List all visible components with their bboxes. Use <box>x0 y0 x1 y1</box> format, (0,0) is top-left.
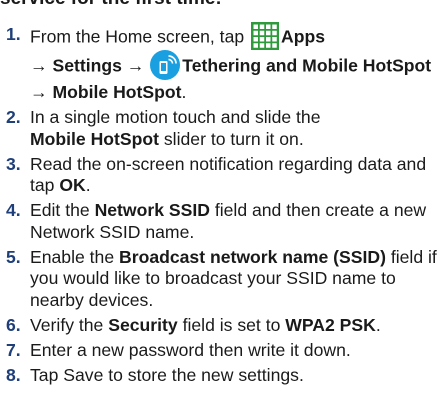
step-6: 6. Verify the Security field is set to W… <box>0 315 448 337</box>
step-text: Tap Save to store the new settings. <box>30 365 304 386</box>
step-7: 7. Enter a new password then write it do… <box>0 340 448 362</box>
step-text: In a single motion touch and slide the <box>30 107 321 128</box>
step-text: Enter a new password then write it down. <box>30 340 351 361</box>
step-text: field is set to <box>177 314 286 335</box>
step-number: 6. <box>6 314 21 335</box>
arrow: → <box>30 55 48 76</box>
arrow: → <box>126 55 145 76</box>
instruction-steps: 1. From the Home screen, tap Apps → Sett… <box>0 22 448 390</box>
step-text: Edit the <box>30 200 95 221</box>
step-bold-term: Broadcast network name (SSID) <box>119 246 386 267</box>
step-number: 5. <box>6 246 21 267</box>
step-bold-term: WPA2 PSK <box>285 314 376 335</box>
step-2: 2. In a single motion touch and slide th… <box>0 107 448 150</box>
apps-grid-icon <box>251 22 280 50</box>
step-number: 4. <box>6 200 21 221</box>
section-heading: service for the first time: <box>0 0 222 10</box>
step-text: Enable the <box>30 246 120 267</box>
step-number: 2. <box>6 107 21 128</box>
step-number: 3. <box>6 153 21 174</box>
step-number: 8. <box>6 365 21 386</box>
step-1: 1. From the Home screen, tap Apps → Sett… <box>0 22 448 104</box>
step-text-end: . <box>181 82 187 102</box>
step-3: 3. Read the on-screen notification regar… <box>0 154 448 197</box>
tethering-label: Tethering and Mobile HotSpot <box>182 55 432 76</box>
mobile-hotspot-label: Mobile HotSpot <box>52 82 182 102</box>
step-text: From the Home screen, tap <box>30 26 245 47</box>
step-4: 4. Edit the Network SSID field and then … <box>0 200 448 243</box>
step-bold-term: Mobile HotSpot <box>30 128 159 149</box>
step-5: 5. Enable the Broadcast network name (SS… <box>0 247 448 312</box>
step-number: 7. <box>6 340 21 361</box>
step-text: . <box>375 314 381 335</box>
step-bold-term: Network SSID <box>94 200 210 221</box>
step-number: 1. <box>6 24 21 44</box>
settings-label: Settings <box>52 55 122 76</box>
apps-label: Apps <box>281 26 326 47</box>
step-bold-term: Security <box>108 314 178 335</box>
arrow: → <box>30 82 48 102</box>
tethering-hotspot-icon <box>150 50 181 80</box>
step-8: 8. Tap Save to store the new settings. <box>0 365 448 387</box>
step-text: slider to turn it on. <box>159 128 304 149</box>
step-text: Verify the <box>30 314 109 335</box>
step-text: . <box>85 175 91 196</box>
step-bold-term: OK <box>59 175 86 196</box>
